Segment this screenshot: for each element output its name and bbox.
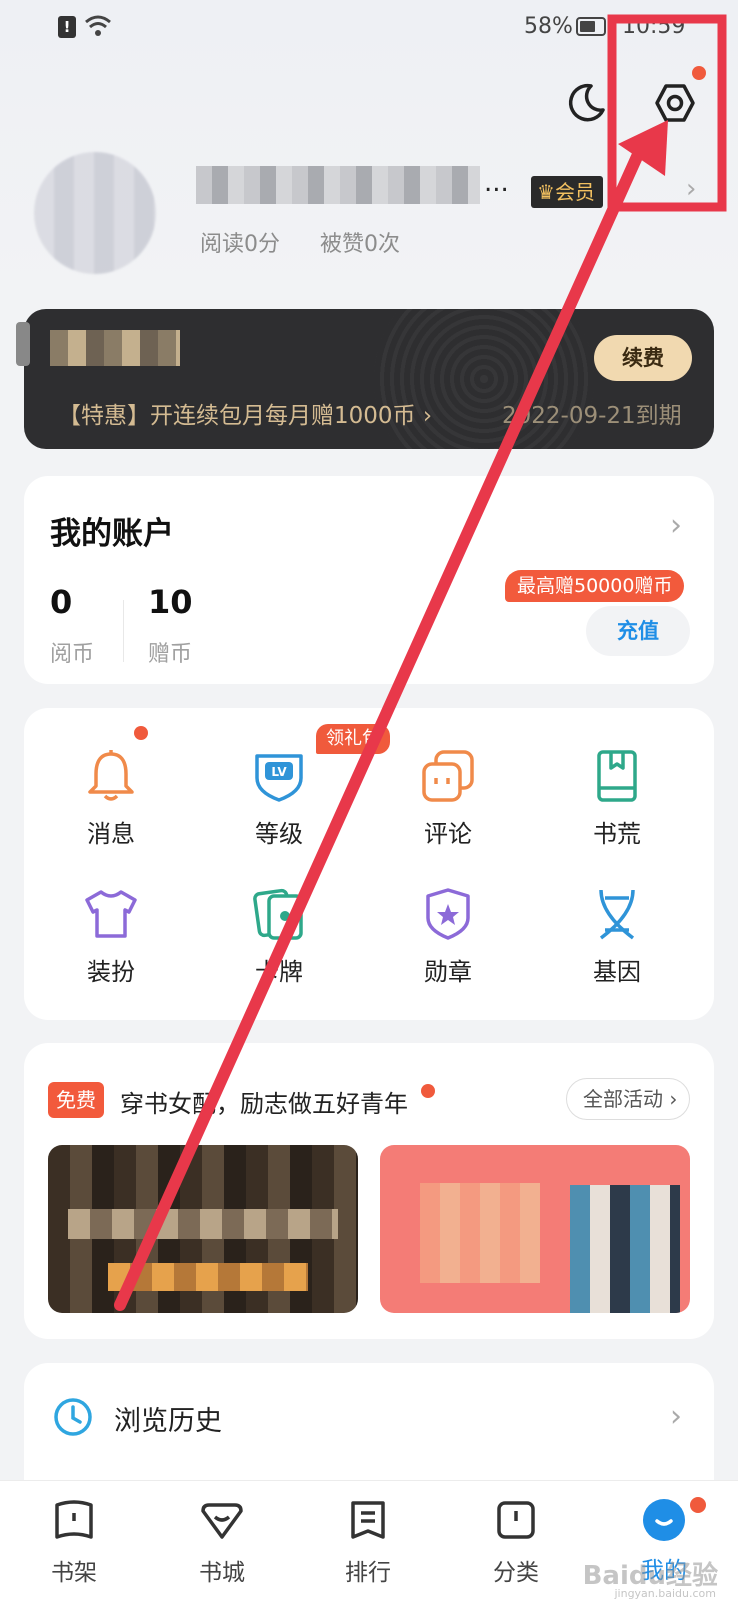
profile-chevron-icon[interactable]: › xyxy=(686,174,696,204)
member-name-blurred xyxy=(50,330,180,366)
settings-notification-dot xyxy=(692,66,706,80)
book-icon xyxy=(597,750,637,802)
annotation-arrow-head xyxy=(618,120,668,176)
comment-icon xyxy=(422,750,474,802)
svg-text:LV: LV xyxy=(271,765,287,779)
tab-bookshelf[interactable]: 书架 xyxy=(24,1497,124,1587)
bookstore-icon xyxy=(201,1503,243,1539)
settings-button[interactable] xyxy=(650,78,700,128)
coins-label: 阅币 xyxy=(50,642,95,667)
category-icon xyxy=(497,1501,535,1539)
bookshelf-icon xyxy=(55,1500,93,1539)
feature-dressup[interactable]: 装扮 xyxy=(51,886,171,996)
messages-notification-dot xyxy=(134,726,148,740)
feature-cards[interactable]: 卡牌 xyxy=(219,886,339,996)
activity-banner-left[interactable] xyxy=(48,1145,358,1313)
profile-tab-icon xyxy=(643,1499,685,1541)
divider xyxy=(123,600,124,662)
clock-icon xyxy=(54,1398,92,1436)
feature-genes[interactable]: 基因 xyxy=(557,886,677,996)
activity-title[interactable]: 穿书女配，励志做五好青年 xyxy=(120,1084,408,1119)
nav-label: 书城 xyxy=(199,1560,245,1586)
coins-value: 0 xyxy=(50,583,73,621)
night-mode-icon[interactable] xyxy=(565,80,609,124)
nav-label: 分类 xyxy=(493,1560,539,1586)
feature-level[interactable]: LV 等级 xyxy=(219,748,339,858)
avatar[interactable] xyxy=(34,152,156,274)
feature-comments[interactable]: 评论 xyxy=(388,748,508,858)
status-bar: ! 58% 10:59 xyxy=(0,0,738,56)
tab-category[interactable]: 分类 xyxy=(466,1497,566,1587)
gift-coins-value: 10 xyxy=(148,583,193,621)
username-blurred xyxy=(196,166,480,204)
dna-icon xyxy=(599,889,635,940)
history-chevron-icon[interactable]: › xyxy=(670,1399,682,1434)
vip-label: 会员 xyxy=(554,180,595,204)
feature-medals[interactable]: 勋章 xyxy=(388,886,508,996)
feature-label: 勋章 xyxy=(424,958,472,986)
clock: 10:59 xyxy=(622,14,686,39)
all-activities-label: 全部活动 xyxy=(583,1087,663,1111)
likes-stat: 被赞0次 xyxy=(320,232,400,257)
watermark-url: jingyan.baidu.com xyxy=(614,1587,716,1600)
alert-icon: ! xyxy=(58,16,76,38)
cards-icon xyxy=(253,888,303,940)
nav-label: 书架 xyxy=(51,1560,97,1586)
read-stat: 阅读0分 xyxy=(200,232,280,257)
username-ellipsis: ... xyxy=(484,168,509,198)
activity-notification-dot xyxy=(421,1084,435,1098)
renew-button[interactable]: 续费 xyxy=(594,335,692,381)
crown-icon: ♛ xyxy=(537,180,555,204)
feature-label: 基因 xyxy=(593,958,641,986)
wifi-icon xyxy=(85,15,111,36)
free-tag: 免费 xyxy=(48,1082,104,1118)
account-title: 我的账户 xyxy=(50,516,174,552)
account-chevron-icon[interactable]: › xyxy=(670,508,682,543)
level-shield-icon: LV xyxy=(255,754,303,802)
battery-icon xyxy=(576,17,606,36)
ranking-icon xyxy=(351,1501,385,1539)
mine-notification-dot xyxy=(690,1497,706,1513)
member-side-tab xyxy=(16,322,30,366)
feature-label: 评论 xyxy=(424,820,472,848)
recharge-promo-badge: 最高赠50000赠币 xyxy=(505,570,685,602)
medal-icon xyxy=(426,888,470,940)
feature-label: 卡牌 xyxy=(255,958,303,986)
recharge-button[interactable]: 充值 xyxy=(586,606,690,656)
tshirt-icon xyxy=(85,890,137,938)
feature-messages[interactable]: 消息 xyxy=(51,748,171,858)
member-promo-link[interactable]: 【特惠】开连续包月每月赠1000币 › xyxy=(58,396,432,430)
member-expire-date: 2022-09-21到期 xyxy=(502,403,682,429)
feature-label: 等级 xyxy=(255,820,303,848)
gift-coins-label: 赠币 xyxy=(148,642,193,667)
tab-ranking[interactable]: 排行 xyxy=(318,1497,418,1587)
battery-percent: 58% xyxy=(524,14,573,39)
feature-label: 消息 xyxy=(87,820,135,848)
activity-banner-right[interactable] xyxy=(380,1145,690,1313)
tab-bookstore[interactable]: 书城 xyxy=(172,1497,272,1587)
all-activities-button[interactable]: 全部活动 › xyxy=(566,1078,690,1120)
vip-badge[interactable]: ♛会员 xyxy=(531,176,603,208)
history-label: 浏览历史 xyxy=(114,1406,222,1437)
feature-book-shortage[interactable]: 书荒 xyxy=(557,748,677,858)
gift-pack-tag: 领礼包 xyxy=(316,724,390,754)
feature-label: 装扮 xyxy=(87,958,135,986)
bell-icon xyxy=(88,750,134,801)
gear-icon xyxy=(655,84,695,122)
nav-label: 排行 xyxy=(345,1560,391,1586)
feature-label: 书荒 xyxy=(593,820,641,848)
